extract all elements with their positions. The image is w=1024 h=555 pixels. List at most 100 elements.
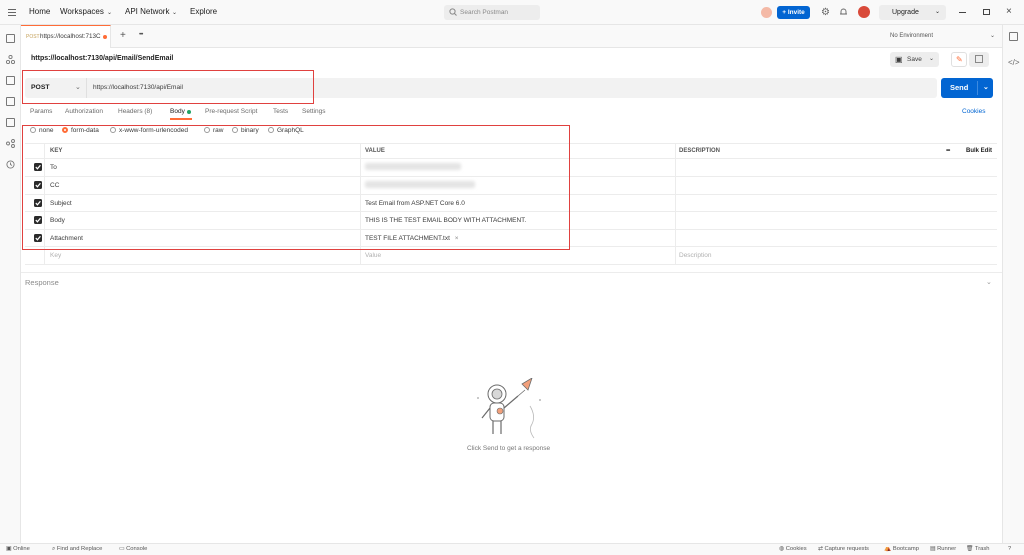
table-rule (675, 143, 676, 265)
pencil-icon: ✎ (956, 55, 963, 64)
cookies-link[interactable]: Cookies (962, 108, 985, 115)
nav-workspaces[interactable]: Workspaces (60, 7, 104, 16)
search-icon (449, 8, 457, 16)
avatar[interactable] (858, 6, 870, 18)
unsaved-dot (103, 35, 107, 39)
runner-icon: ▤ (930, 546, 936, 552)
status-bar: ▣ Online ⌕ Find and Replace ▭ Console ◍ … (0, 543, 1024, 555)
new-description-input[interactable]: Description (679, 252, 712, 259)
chevron-down-icon[interactable]: ⌄ (986, 278, 992, 286)
help-icon[interactable]: ? (1008, 546, 1011, 552)
environment-select[interactable]: No Environment (890, 33, 933, 39)
send-button[interactable]: Send ⌄ (941, 78, 993, 98)
environments-icon[interactable] (6, 76, 15, 85)
response-title: Response (25, 278, 59, 287)
bulk-edit-button[interactable]: Bulk Edit (966, 148, 992, 154)
highlight-box-url (22, 70, 314, 104)
save-icon: ▣ (895, 55, 903, 64)
restore-icon[interactable] (983, 9, 990, 15)
status-label: Find and Replace (56, 546, 103, 552)
status-label: Trash (974, 546, 990, 552)
request-breadcrumb: https://localhost:7130/api/Email/SendEma… (31, 55, 174, 62)
chevron-down-icon: ⌄ (934, 9, 940, 15)
new-key-input[interactable]: Key (50, 252, 61, 259)
save-button[interactable]: ▣ Save ⌄ (890, 52, 939, 67)
tab-method: POST (26, 34, 40, 40)
nav-explore[interactable]: Explore (190, 7, 217, 16)
capture-requests-button[interactable]: ⇄ Capture requests (818, 546, 869, 552)
search-input[interactable]: Search Postman (444, 5, 540, 20)
tab-settings[interactable]: Settings (302, 108, 326, 115)
console-icon: ▭ (119, 546, 125, 552)
user-add-icon: + (782, 9, 786, 16)
find-replace-button[interactable]: ⌕ Find and Replace (52, 546, 102, 553)
response-divider (21, 272, 1002, 273)
sync-icon[interactable] (761, 7, 772, 18)
status-label: Cookies (785, 546, 807, 552)
search-placeholder: Search Postman (460, 9, 509, 16)
history-icon[interactable] (6, 160, 15, 169)
new-value-input[interactable]: Value (365, 252, 381, 259)
tab-pre-request-script[interactable]: Pre-request Script (205, 108, 257, 115)
chevron-down-icon: ⌄ (990, 33, 996, 39)
status-label: Online (13, 546, 30, 552)
document-icon (975, 55, 983, 63)
left-sidebar (0, 25, 21, 543)
tab-params[interactable]: Params (30, 108, 52, 115)
chevron-down-icon: ⌄ (107, 10, 113, 16)
empty-response-message: Click Send to get a response (467, 445, 551, 452)
astronaut-illustration (470, 377, 550, 442)
search-icon: ⌕ (52, 546, 56, 552)
nav-api-network[interactable]: API Network (125, 7, 169, 16)
send-label: Send (950, 83, 969, 92)
more-options-button[interactable]: ••• (946, 148, 950, 154)
menu-icon[interactable] (8, 9, 16, 16)
apis-icon[interactable] (5, 54, 16, 65)
console-button[interactable]: ▭ Console (119, 546, 147, 552)
tab-title: https://localhost:713C (40, 33, 101, 40)
edit-button[interactable]: ✎ (951, 52, 967, 67)
upgrade-button[interactable]: Upgrade ⌄ (879, 5, 946, 20)
invite-button[interactable]: + Invite (777, 6, 810, 19)
bell-icon[interactable] (840, 8, 847, 16)
more-tabs-button[interactable]: ••• (139, 32, 143, 38)
tab-headers[interactable]: Headers (8) (118, 108, 152, 115)
right-sidebar: </> (1002, 25, 1024, 543)
layout-icon: ▣ (6, 546, 12, 552)
runner-button[interactable]: ▤ Runner (930, 546, 956, 552)
flows-icon[interactable] (6, 139, 15, 148)
code-icon[interactable]: </> (1008, 58, 1020, 67)
active-tab-underline (170, 118, 192, 120)
tab-authorization[interactable]: Authorization (65, 108, 103, 115)
highlight-box-form (22, 125, 570, 250)
bootcamp-icon: ⛺ (884, 546, 892, 552)
request-tab[interactable]: POST https://localhost:713C (21, 25, 111, 48)
save-label: Save (907, 56, 922, 63)
tab-body[interactable]: Body (170, 108, 185, 115)
column-header-description: DESCRIPTION (679, 148, 721, 154)
status-label: Console (126, 546, 148, 552)
new-tab-button[interactable]: + (120, 30, 126, 41)
cookies-button[interactable]: ◍ Cookies (779, 546, 807, 552)
environment-quick-look-icon[interactable] (1009, 32, 1018, 41)
online-status[interactable]: ▣ Online (6, 546, 30, 552)
table-rule (25, 264, 997, 265)
close-icon[interactable]: × (1006, 6, 1012, 17)
bootcamp-button[interactable]: ⛺ Bootcamp (884, 546, 919, 552)
mock-servers-icon[interactable] (6, 97, 15, 106)
chevron-down-icon: ⌄ (172, 10, 178, 16)
invite-label: Invite (787, 9, 805, 16)
divider (977, 81, 978, 95)
cookie-icon: ◍ (779, 546, 785, 552)
trash-button[interactable]: 🗑 Trash (966, 546, 989, 552)
request-tabs-row: POST https://localhost:713C + ••• No Env… (21, 25, 1002, 48)
settings-icon[interactable]: ⚙ (821, 7, 830, 18)
tab-tests[interactable]: Tests (273, 108, 288, 115)
nav-home[interactable]: Home (29, 7, 50, 16)
chevron-down-icon[interactable]: ⌄ (983, 78, 989, 98)
monitors-icon[interactable] (6, 118, 15, 127)
documentation-button[interactable] (969, 52, 989, 67)
minimize-icon[interactable] (959, 12, 966, 13)
status-label: Capture requests (824, 546, 869, 552)
collections-icon[interactable] (6, 34, 15, 43)
